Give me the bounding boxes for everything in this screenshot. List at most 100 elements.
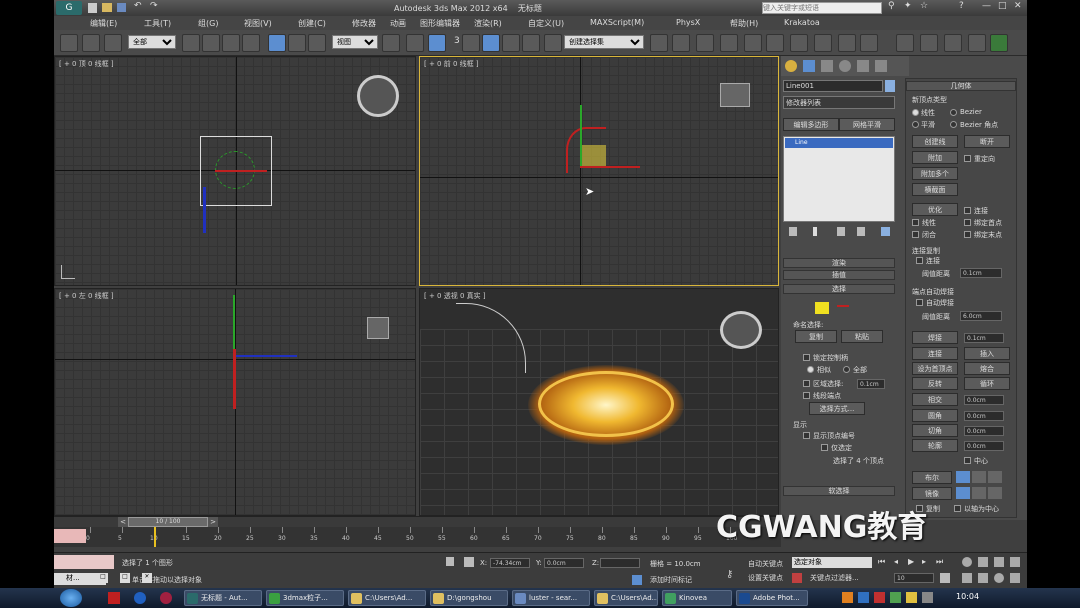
show-vertex-numbers-checkbox[interactable] [803,432,810,439]
pinned-app-c-icon[interactable] [160,592,172,604]
material-editor-icon[interactable] [790,34,808,52]
current-frame-field[interactable]: 10 [894,573,934,583]
rendered-frame-icon[interactable] [838,34,856,52]
open-file-icon[interactable] [102,3,112,12]
viewport-perspective[interactable]: [ + 0 透视 0 真实 ] [419,288,779,516]
taskbar-item[interactable]: C:\Users\Ad... [348,590,426,606]
viewport-front[interactable]: [ + 0 前 0 线框 ] ➤ [419,56,779,286]
select-manipulate-icon[interactable] [406,34,424,52]
hierarchy-tab-icon[interactable] [821,60,833,72]
time-slider-prev-button[interactable]: < [118,517,128,527]
selection-filter-dropdown[interactable]: 全部 [128,35,176,49]
make-first-button[interactable]: 设为首顶点 [912,362,958,375]
pinned-app-b-icon[interactable] [134,592,146,604]
render-production-icon[interactable] [860,34,878,52]
pivot-center-icon[interactable] [382,34,400,52]
fillet-spinner[interactable]: 0.0cm [964,411,1004,421]
key-filters-button[interactable]: 关键点过滤器... [810,573,859,583]
percent-snap-icon[interactable] [502,34,520,52]
chamfer-spinner[interactable]: 0.0cm [964,426,1004,436]
segment-end-checkbox[interactable] [803,392,810,399]
key-icon[interactable]: ⚷ [726,569,733,580]
linear-checkbox[interactable] [912,219,919,226]
plugin-d-icon[interactable] [968,34,986,52]
viewcube-icon[interactable] [720,311,762,349]
lock-handles-checkbox[interactable] [803,354,810,361]
render-setup-icon[interactable] [814,34,832,52]
cross-section-button[interactable]: 横截面 [912,183,958,196]
angle-snap-icon[interactable] [482,34,500,52]
viewcube-icon[interactable] [367,317,389,339]
weld-spinner[interactable]: 0.1cm [964,333,1004,343]
area-select-spinner[interactable]: 0.1cm [857,379,885,389]
taskbar-item[interactable]: C:\Users\Ad... [594,590,658,606]
threshold-spinner[interactable]: 0.1cm [960,268,1002,278]
zoom-all-icon[interactable] [978,557,988,567]
connect-button[interactable]: 连接 [912,347,958,360]
auto-weld-checkbox[interactable] [916,299,923,306]
boolean-union-icon[interactable] [956,471,970,483]
lock-selection-icon[interactable] [446,557,454,566]
mini-curve-editor-toggle[interactable] [54,529,86,543]
window-max-icon[interactable]: □ [120,573,130,583]
add-time-tag-label[interactable]: 添加时间标记 [650,575,692,585]
mirror-button[interactable]: 镜像 [912,487,952,500]
mirror-v-icon[interactable] [972,487,986,499]
align-icon[interactable] [672,34,690,52]
set-key-button[interactable]: 设置关键点 [748,573,783,583]
insert-button[interactable]: 插入 [964,347,1010,360]
absolute-mode-icon[interactable] [464,557,474,567]
go-to-end-icon[interactable]: ⏭ [936,557,943,567]
weld-button[interactable]: 焊接 [912,331,958,344]
auto-key-button[interactable]: 自动关键点 [748,559,783,569]
outline-button[interactable]: 轮廓 [912,439,958,452]
bind-spacewarp-icon[interactable] [104,34,122,52]
modify-tab-icon[interactable] [803,60,815,72]
about-pivot-checkbox[interactable] [954,505,961,512]
rollout-render[interactable]: 渲染 [783,258,895,268]
viewport-label[interactable]: [ + 0 左 0 线框 ] [59,291,114,301]
boolean-subtract-icon[interactable] [972,471,986,483]
chamfer-button[interactable]: 切角 [912,424,958,437]
window-crossing-icon[interactable] [242,34,260,52]
unlink-icon[interactable] [82,34,100,52]
select-link-icon[interactable] [60,34,78,52]
orbit-icon[interactable] [994,573,1004,583]
plugin-b-icon[interactable] [920,34,938,52]
menu-item[interactable]: 编辑(E) [90,18,117,29]
only-selected-checkbox[interactable] [821,444,828,451]
display-tab-icon[interactable] [857,60,869,72]
menu-item[interactable]: 渲染(R) [474,18,502,29]
pan-icon[interactable] [978,573,988,583]
tray-e-icon[interactable] [906,592,917,603]
set-key-icon[interactable] [792,573,802,583]
move-icon[interactable] [268,34,286,52]
window-restore-icon[interactable]: □ [98,573,108,583]
viewport-top[interactable]: [ + 0 顶 0 线框 ] [54,56,416,286]
pin-stack-icon[interactable] [789,227,797,236]
modifier-list-dropdown[interactable]: 修改器列表 [783,96,895,109]
rollout-selection[interactable]: 选择 [783,284,895,294]
menu-item[interactable]: PhysX [676,18,700,27]
layer-manager-icon[interactable] [696,34,714,52]
select-by-button[interactable]: 选择方式... [809,402,865,415]
mirror-both-icon[interactable] [988,487,1002,499]
all-radio[interactable] [843,366,850,373]
attach-multiple-button[interactable]: 附加多个 [912,167,958,180]
viewcube-icon[interactable] [357,75,399,117]
edit-named-sel-icon[interactable] [544,34,562,52]
viewport-label[interactable]: [ + 0 前 0 线框 ] [424,59,479,69]
plugin-c-icon[interactable] [944,34,962,52]
stack-item-line[interactable]: Line [785,138,893,148]
motion-tab-icon[interactable] [839,60,851,72]
taskbar-item[interactable]: luster - sear... [512,590,590,606]
help-search-input[interactable] [762,2,882,14]
threshold2-spinner[interactable]: 6.0cm [960,311,1002,321]
tray-c-icon[interactable] [874,592,885,603]
create-tab-icon[interactable] [785,60,797,72]
tray-a-icon[interactable] [842,592,853,603]
tools-icon[interactable]: ✦ [904,1,912,11]
modifier-stack-list[interactable]: Line [783,136,895,222]
center-checkbox[interactable] [964,457,971,464]
viewport-label[interactable]: [ + 0 顶 0 线框 ] [59,59,114,69]
